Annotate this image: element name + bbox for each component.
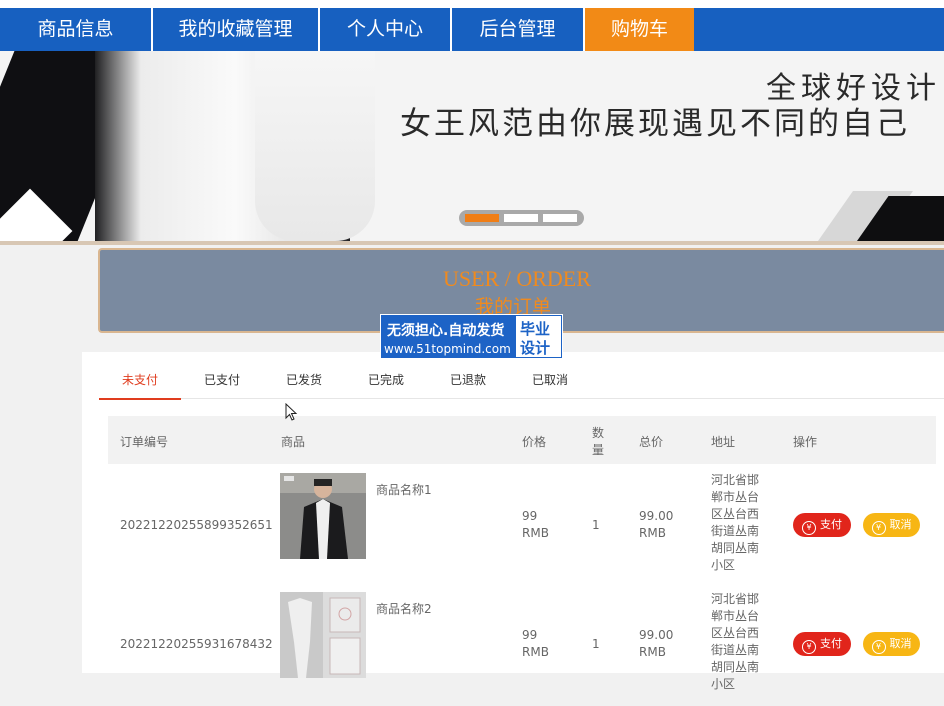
th-order-no: 订单编号: [120, 435, 169, 449]
nav-item-products[interactable]: 商品信息: [0, 8, 153, 51]
banner-model-image: [95, 51, 375, 241]
tab-refunded[interactable]: 已退款: [427, 360, 509, 398]
price-unit: RMB: [522, 526, 549, 540]
product-name[interactable]: 商品名称2: [376, 601, 432, 618]
price-value: 99: [522, 628, 538, 642]
total-value: 99.00: [639, 628, 674, 642]
promo-banner[interactable]: 全球好设计 女王风范由你展现遇见不同的自己: [0, 51, 944, 241]
tab-completed[interactable]: 已完成: [345, 360, 427, 398]
watermark-line1: 无须担心.自动发货: [387, 323, 505, 339]
th-product: 商品: [281, 435, 306, 449]
order-title-en: USER / ORDER: [443, 266, 591, 291]
th-price: 价格: [522, 435, 547, 449]
carousel-dot-1[interactable]: [465, 214, 499, 222]
main-nav: 商品信息 我的收藏管理 个人中心 后台管理 购物车: [0, 8, 944, 51]
address-line: 郸市丛台: [711, 609, 760, 623]
total-unit: RMB: [639, 645, 666, 659]
banner-model-blouse: [255, 51, 375, 241]
tab-paid[interactable]: 已支付: [181, 360, 263, 398]
pay-button[interactable]: ¥ 支付: [793, 513, 851, 537]
cancel-button[interactable]: ¥ 取消: [863, 632, 920, 656]
th-actions: 操作: [793, 435, 818, 449]
th-total: 总价: [639, 435, 664, 449]
address-line: 区丛台西: [711, 507, 760, 521]
total-unit: RMB: [639, 526, 666, 540]
table-row: 20221220255931678432 商品名称2 99 RMB 1 99.0…: [108, 591, 936, 706]
mouse-cursor-icon: [285, 403, 298, 421]
yuan-icon: ¥: [802, 521, 816, 535]
address-line: 小区: [711, 677, 736, 691]
banner-subheadline: 女王风范由你展现遇见不同的自己: [400, 106, 910, 142]
yuan-icon: ¥: [871, 521, 886, 535]
watermark-badge: 无须担心.自动发货 www.51topmind.com 毕业 设计: [380, 314, 563, 359]
order-no: 20221220255899352651: [120, 518, 273, 532]
price-value: 99: [522, 509, 538, 523]
address: 河北省邯 郸市丛台 区丛台西 街道丛南 胡同丛南 小区: [711, 472, 759, 574]
total-value: 99.00: [639, 509, 674, 523]
pay-button[interactable]: ¥ 支付: [793, 632, 851, 656]
yuan-icon: ¥: [871, 640, 886, 654]
address-line: 街道丛南: [711, 524, 760, 538]
top-strip: [0, 0, 944, 8]
nav-item-cart[interactable]: 购物车: [585, 8, 694, 51]
price-unit: RMB: [522, 645, 549, 659]
quantity: 1: [592, 637, 600, 651]
product-name[interactable]: 商品名称1: [376, 482, 432, 499]
orders-table-header: 订单编号 商品 价格 数 量 总价 地址 操作: [108, 416, 936, 464]
cancel-label: 取消: [889, 637, 912, 650]
table-row: 20221220255899352651 商品名称1 99 RMB 1 99.0…: [108, 472, 936, 587]
watermark-logo-line1: 毕业: [520, 320, 551, 338]
product-thumbnail[interactable]: [280, 592, 366, 678]
order-no: 20221220255931678432: [120, 637, 273, 651]
carousel-dot-2[interactable]: [504, 214, 538, 222]
tab-shipped[interactable]: 已发货: [263, 360, 345, 398]
quantity: 1: [592, 518, 600, 532]
pay-label: 支付: [820, 637, 842, 650]
watermark-line2: www.51topmind.com: [384, 342, 511, 356]
nav-item-favorites[interactable]: 我的收藏管理: [153, 8, 320, 51]
th-qty-2: 量: [592, 443, 605, 457]
yuan-icon: ¥: [802, 640, 816, 654]
address-line: 河北省邯: [711, 473, 760, 487]
address-line: 区丛台西: [711, 626, 760, 640]
address: 河北省邯 郸市丛台 区丛台西 街道丛南 胡同丛南 小区: [711, 591, 759, 693]
nav-item-personal-center[interactable]: 个人中心: [320, 8, 452, 51]
address-line: 小区: [711, 558, 736, 572]
banner-divider: [0, 241, 944, 245]
address-line: 郸市丛台: [711, 490, 760, 504]
carousel-dot-3[interactable]: [543, 214, 577, 222]
orders-panel: 未支付 已支付 已发货 已完成 已退款 已取消 订单编号 商品 价格 数 量 总…: [82, 352, 944, 691]
order-status-tabs: 未支付 已支付 已发货 已完成 已退款 已取消: [99, 360, 944, 400]
cancel-label: 取消: [889, 518, 912, 531]
watermark-logo-line2: 设计: [520, 339, 551, 357]
address-line: 街道丛南: [711, 643, 760, 657]
product-thumbnail[interactable]: [280, 473, 366, 559]
address-line: 胡同丛南: [711, 660, 760, 674]
tab-unpaid[interactable]: 未支付: [99, 360, 181, 400]
pay-label: 支付: [820, 518, 842, 531]
carousel-indicator: [459, 210, 584, 226]
address-line: 河北省邯: [711, 592, 760, 606]
cancel-button[interactable]: ¥ 取消: [863, 513, 920, 537]
th-qty-1: 数: [592, 426, 605, 440]
nav-item-admin[interactable]: 后台管理: [452, 8, 585, 51]
th-address: 地址: [711, 435, 736, 449]
watermark-logo: 毕业 设计: [516, 316, 561, 357]
tab-cancelled[interactable]: 已取消: [509, 360, 591, 398]
address-line: 胡同丛南: [711, 541, 760, 555]
